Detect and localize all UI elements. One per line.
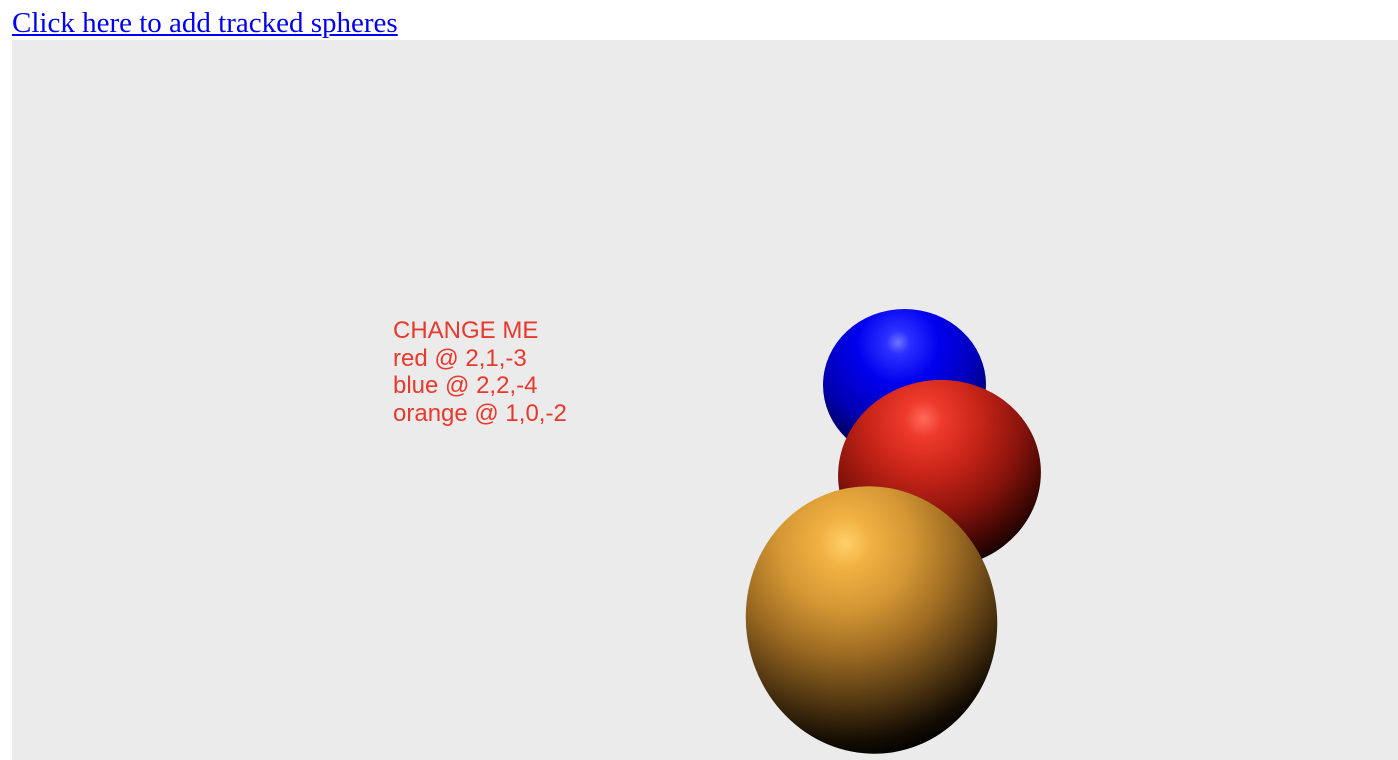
label-line-title: CHANGE ME xyxy=(393,317,539,344)
add-tracked-spheres-link[interactable]: Click here to add tracked spheres xyxy=(12,5,398,41)
scene-text-label: CHANGE ME red @ 2,1,-3 blue @ 2,2,-4 ora… xyxy=(393,317,567,427)
page: Click here to add tracked spheres CHANGE… xyxy=(0,0,1398,760)
3d-scene-canvas[interactable]: CHANGE ME red @ 2,1,-3 blue @ 2,2,-4 ora… xyxy=(12,40,1398,760)
label-line-red: red @ 2,1,-3 xyxy=(393,344,527,372)
label-line-orange: orange @ 1,0,-2 xyxy=(393,399,567,427)
label-line-blue: blue @ 2,2,-4 xyxy=(393,372,538,399)
